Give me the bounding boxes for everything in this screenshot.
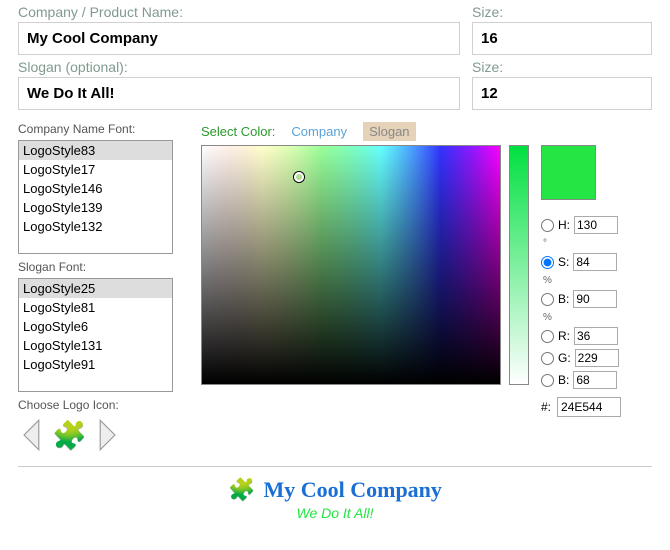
puzzle-icon: 🧩 [228,477,255,503]
r-input[interactable] [574,327,618,345]
list-item[interactable]: LogoStyle81 [19,298,172,317]
list-item[interactable]: LogoStyle6 [19,317,172,336]
tab-slogan[interactable]: Slogan [363,122,415,141]
company-font-label: Company Name Font: [18,122,183,136]
company-label: Company / Product Name: [18,4,460,20]
h-input[interactable] [574,216,618,234]
r-radio[interactable] [541,330,554,343]
company-font-list[interactable]: LogoStyle83 LogoStyle17 LogoStyle146 Log… [18,140,173,254]
color-cursor-icon[interactable] [294,172,304,182]
puzzle-icon[interactable]: 🧩 [52,419,87,452]
list-item[interactable]: LogoStyle91 [19,355,172,374]
slogan-size-label: Size: [472,59,652,75]
company-input[interactable] [18,22,460,55]
hex-input[interactable] [557,397,621,417]
select-color-label: Select Color: [201,124,275,139]
slogan-font-list[interactable]: LogoStyle25 LogoStyle81 LogoStyle6 LogoS… [18,278,173,392]
s-radio[interactable] [541,256,554,269]
preview-slogan: We Do It All! [18,505,652,521]
hue-slider[interactable] [509,145,529,385]
list-item[interactable]: LogoStyle131 [19,336,172,355]
color-swatch [541,145,596,200]
list-item[interactable]: LogoStyle132 [19,217,172,236]
slogan-input[interactable] [18,77,460,110]
tab-company[interactable]: Company [285,122,353,141]
color-gradient[interactable] [201,145,501,385]
slogan-label: Slogan (optional): [18,59,460,75]
list-item[interactable]: LogoStyle25 [19,279,172,298]
list-item[interactable]: LogoStyle139 [19,198,172,217]
b-input[interactable] [573,290,617,308]
slogan-size-input[interactable] [472,77,652,110]
next-icon-button[interactable] [93,418,121,452]
preview-company: My Cool Company [263,477,441,503]
prev-icon-button[interactable] [18,418,46,452]
logo-preview: 🧩 My Cool Company We Do It All! [18,477,652,521]
list-item[interactable]: LogoStyle146 [19,179,172,198]
g-radio[interactable] [541,352,554,365]
g-input[interactable] [575,349,619,367]
s-input[interactable] [573,253,617,271]
company-size-input[interactable] [472,22,652,55]
divider [18,466,652,467]
bv-radio[interactable] [541,374,554,387]
bv-input[interactable] [573,371,617,389]
company-size-label: Size: [472,4,652,20]
slogan-font-label: Slogan Font: [18,260,183,274]
list-item[interactable]: LogoStyle83 [19,141,172,160]
b-radio[interactable] [541,293,554,306]
list-item[interactable]: LogoStyle17 [19,160,172,179]
choose-icon-label: Choose Logo Icon: [18,398,183,412]
h-radio[interactable] [541,219,554,232]
